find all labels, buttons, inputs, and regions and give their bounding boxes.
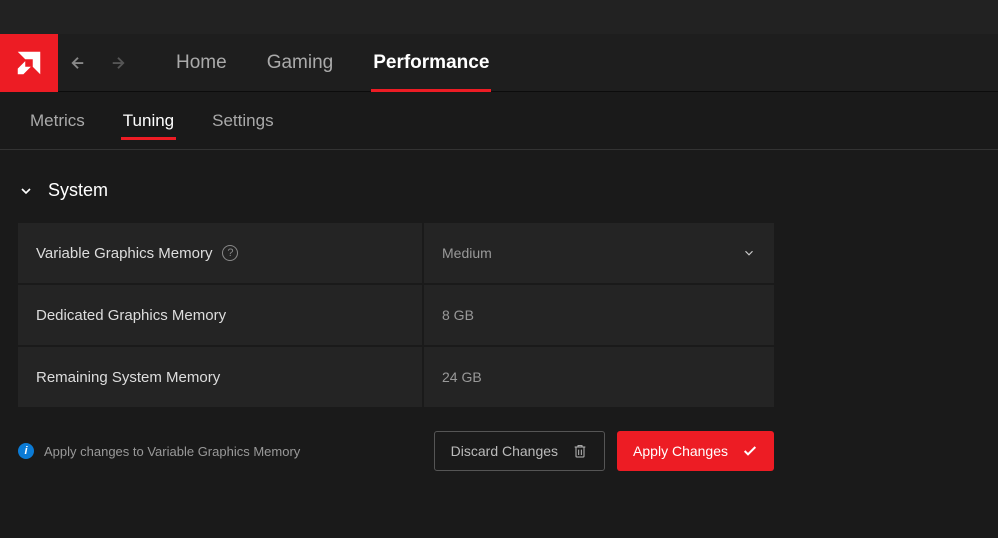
footer-bar: i Apply changes to Variable Graphics Mem… <box>18 431 774 471</box>
nav-forward-button[interactable] <box>98 34 138 92</box>
variable-graphics-memory-dropdown[interactable]: Medium <box>424 223 774 283</box>
chevron-down-icon <box>742 246 756 260</box>
subtab-tuning[interactable]: Tuning <box>107 92 190 150</box>
amd-logo-icon <box>14 48 44 78</box>
setting-value: 24 GB <box>442 369 482 385</box>
setting-label-cell: Remaining System Memory <box>18 347 422 407</box>
amd-logo[interactable] <box>0 34 58 92</box>
setting-label-cell: Dedicated Graphics Memory <box>18 285 422 345</box>
discard-changes-button[interactable]: Discard Changes <box>434 431 605 471</box>
section-toggle-system[interactable]: System <box>18 180 980 201</box>
tab-home[interactable]: Home <box>156 34 247 92</box>
titlebar <box>0 0 998 34</box>
chevron-down-icon <box>18 183 34 199</box>
dropdown-value: Medium <box>442 245 492 261</box>
sub-nav: Metrics Tuning Settings <box>0 92 998 150</box>
nav-back-button[interactable] <box>58 34 98 92</box>
apply-changes-button[interactable]: Apply Changes <box>617 431 774 471</box>
setting-value-cell: 8 GB <box>424 285 774 345</box>
settings-table: Variable Graphics Memory ? Medium Dedica… <box>18 223 774 407</box>
help-icon[interactable]: ? <box>222 245 238 261</box>
setting-row-dedicated-graphics-memory: Dedicated Graphics Memory 8 GB <box>18 285 774 345</box>
trash-icon <box>572 442 588 460</box>
setting-value: 8 GB <box>442 307 474 323</box>
setting-label: Remaining System Memory <box>36 369 220 386</box>
main-tabs: Home Gaming Performance <box>156 34 509 92</box>
tab-performance[interactable]: Performance <box>353 34 509 92</box>
subtab-metrics[interactable]: Metrics <box>14 92 101 150</box>
info-icon: i <box>18 443 34 459</box>
setting-row-variable-graphics-memory: Variable Graphics Memory ? Medium <box>18 223 774 283</box>
tab-gaming[interactable]: Gaming <box>247 34 354 92</box>
setting-label-cell: Variable Graphics Memory ? <box>18 223 422 283</box>
arrow-right-icon <box>109 54 127 72</box>
setting-row-remaining-system-memory: Remaining System Memory 24 GB <box>18 347 774 407</box>
check-icon <box>742 445 758 457</box>
setting-label: Dedicated Graphics Memory <box>36 307 226 324</box>
subtab-settings[interactable]: Settings <box>196 92 289 150</box>
top-nav: Home Gaming Performance <box>0 34 998 92</box>
setting-label: Variable Graphics Memory <box>36 245 212 262</box>
setting-value-cell: 24 GB <box>424 347 774 407</box>
content-area: System Variable Graphics Memory ? Medium… <box>0 150 998 489</box>
section-title: System <box>48 180 108 201</box>
info-text: Apply changes to Variable Graphics Memor… <box>44 444 300 459</box>
arrow-left-icon <box>69 54 87 72</box>
info-note: i Apply changes to Variable Graphics Mem… <box>18 443 434 459</box>
button-label: Apply Changes <box>633 443 728 459</box>
button-label: Discard Changes <box>451 443 558 459</box>
